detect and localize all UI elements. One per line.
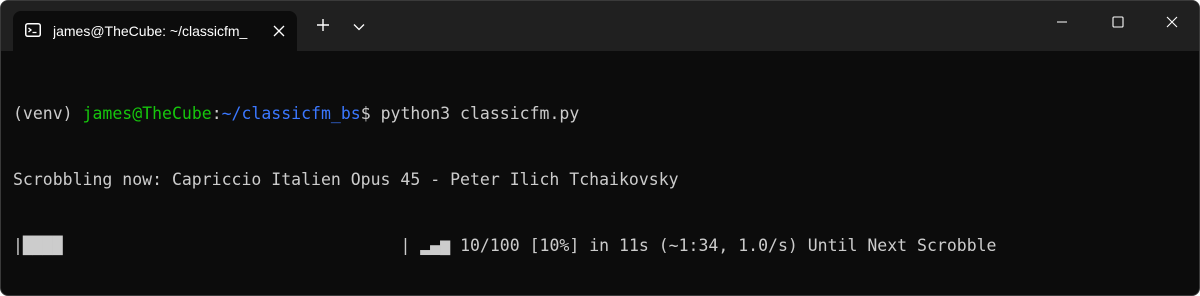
current-path: ~/classicfm_bs xyxy=(221,104,361,123)
progress-status: 10/100 [10%] in 11s (~1:34, 1.0/s) Until… xyxy=(460,236,997,255)
progress-line: |████ | ▂▄▆ 10/100 [10%] in 11s (~1:34, … xyxy=(13,235,1193,257)
tab-active[interactable]: james@TheCube: ~/classicfm_ xyxy=(13,11,297,51)
user-host: james@TheCube xyxy=(82,104,212,123)
minimize-icon xyxy=(1056,15,1068,33)
tab-dropdown-button[interactable] xyxy=(345,11,373,43)
terminal-window: james@TheCube: ~/classicfm_ (venv) james… xyxy=(0,0,1200,296)
progress-spinner: ▂▄▆ xyxy=(410,236,461,255)
new-tab-button[interactable] xyxy=(309,11,337,43)
title-bar[interactable]: james@TheCube: ~/classicfm_ xyxy=(1,1,1199,51)
terminal-output[interactable]: (venv) james@TheCube:~/classicfm_bs$ pyt… xyxy=(13,59,1193,289)
progress-left-edge: | xyxy=(13,236,23,255)
progress-right-edge: | xyxy=(400,236,411,255)
close-icon[interactable] xyxy=(267,19,291,43)
prompt-separator: : xyxy=(211,104,222,123)
tab-title: james@TheCube: ~/classicfm_ xyxy=(53,23,248,39)
close-window-button[interactable] xyxy=(1145,1,1199,47)
prompt-line: (venv) james@TheCube:~/classicfm_bs$ pyt… xyxy=(13,103,1193,125)
prompt-symbol: $ xyxy=(360,104,381,123)
close-icon xyxy=(1166,15,1178,33)
command-text: python3 classicfm.py xyxy=(380,104,580,123)
chevron-down-icon xyxy=(353,18,365,36)
maximize-button[interactable] xyxy=(1091,1,1145,47)
maximize-icon xyxy=(1112,15,1124,33)
progress-bar-fill: ████ xyxy=(22,236,63,255)
scrobbling-line: Scrobbling now: Capriccio Italien Opus 4… xyxy=(13,170,679,189)
progress-bar-empty xyxy=(63,236,401,255)
plus-icon xyxy=(316,18,330,37)
venv-label: (venv) xyxy=(13,104,83,123)
minimize-button[interactable] xyxy=(1035,1,1089,47)
terminal-icon xyxy=(25,22,41,38)
